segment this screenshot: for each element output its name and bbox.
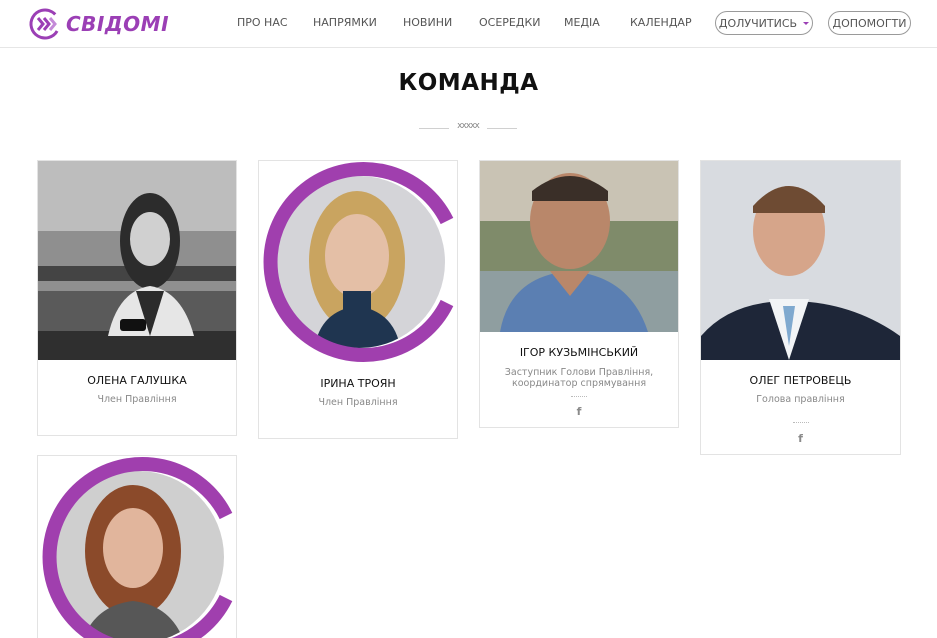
member-photo [480, 161, 678, 332]
page-title: КОМАНДА [398, 70, 539, 96]
help-button[interactable]: ДОПОМОГТИ [828, 11, 911, 35]
social-separator [571, 396, 587, 397]
divider-marks: xxxxx [457, 121, 480, 131]
help-button-label: ДОПОМОГТИ [832, 16, 907, 30]
nav-item-branches[interactable]: ОСЕРЕДКИ [479, 16, 541, 29]
member-role: Заступник Голови Правління, координатор … [504, 367, 654, 389]
join-button[interactable]: ДОЛУЧИТИСЬ [715, 11, 813, 35]
member-photo-image [38, 161, 236, 360]
title-divider: xxxxx [419, 121, 517, 135]
logo-text: СВІДОМІ [66, 12, 170, 36]
member-role: Голова правління [756, 394, 845, 405]
team-card[interactable]: ІРИНА ТРОЯН Член Правління [258, 160, 458, 439]
logo-mark-icon [29, 8, 61, 40]
member-photo-image [480, 161, 678, 332]
divider-line-left [419, 128, 449, 129]
member-name: ОЛЕГ ПЕТРОВЕЦЬ [749, 374, 852, 387]
site-logo[interactable]: СВІДОМІ [28, 6, 169, 42]
chevron-down-icon [803, 21, 810, 25]
member-photo-image [42, 457, 233, 638]
member-photo [701, 161, 900, 360]
facebook-icon[interactable]: f [575, 406, 583, 417]
site-header: СВІДОМІ ПРО НАС НАПРЯМКИ НОВИНИ ОСЕРЕДКИ… [0, 0, 937, 48]
member-name: ІГОР КУЗЬМІНСЬКИЙ [519, 346, 639, 359]
member-photo [38, 456, 236, 638]
member-name: ІРИНА ТРОЯН [320, 377, 396, 390]
nav-item-about[interactable]: ПРО НАС [237, 16, 288, 29]
team-card[interactable]: ОЛЕНА ГАЛУШКА Член Правління [37, 160, 237, 436]
team-card[interactable]: ІГОР КУЗЬМІНСЬКИЙ Заступник Голови Правл… [479, 160, 679, 428]
member-role: Член Правління [318, 397, 398, 408]
member-photo-image [701, 161, 900, 360]
nav-item-media[interactable]: МЕДІА [564, 16, 600, 29]
team-card[interactable] [37, 455, 237, 638]
member-role: Член Правління [97, 394, 177, 405]
member-photo-image [263, 162, 454, 362]
divider-line-right [487, 128, 517, 129]
nav-item-directions[interactable]: НАПРЯМКИ [313, 16, 377, 29]
join-button-label: ДОЛУЧИТИСЬ [718, 16, 798, 30]
team-card[interactable]: ОЛЕГ ПЕТРОВЕЦЬ Голова правління f [700, 160, 901, 455]
nav-item-calendar[interactable]: КАЛЕНДАР [630, 16, 692, 29]
member-name: ОЛЕНА ГАЛУШКА [87, 374, 187, 387]
social-separator [792, 422, 809, 423]
nav-item-news[interactable]: НОВИНИ [403, 16, 452, 29]
member-photo [38, 161, 236, 360]
member-photo [259, 161, 457, 364]
facebook-icon[interactable]: f [797, 433, 805, 444]
